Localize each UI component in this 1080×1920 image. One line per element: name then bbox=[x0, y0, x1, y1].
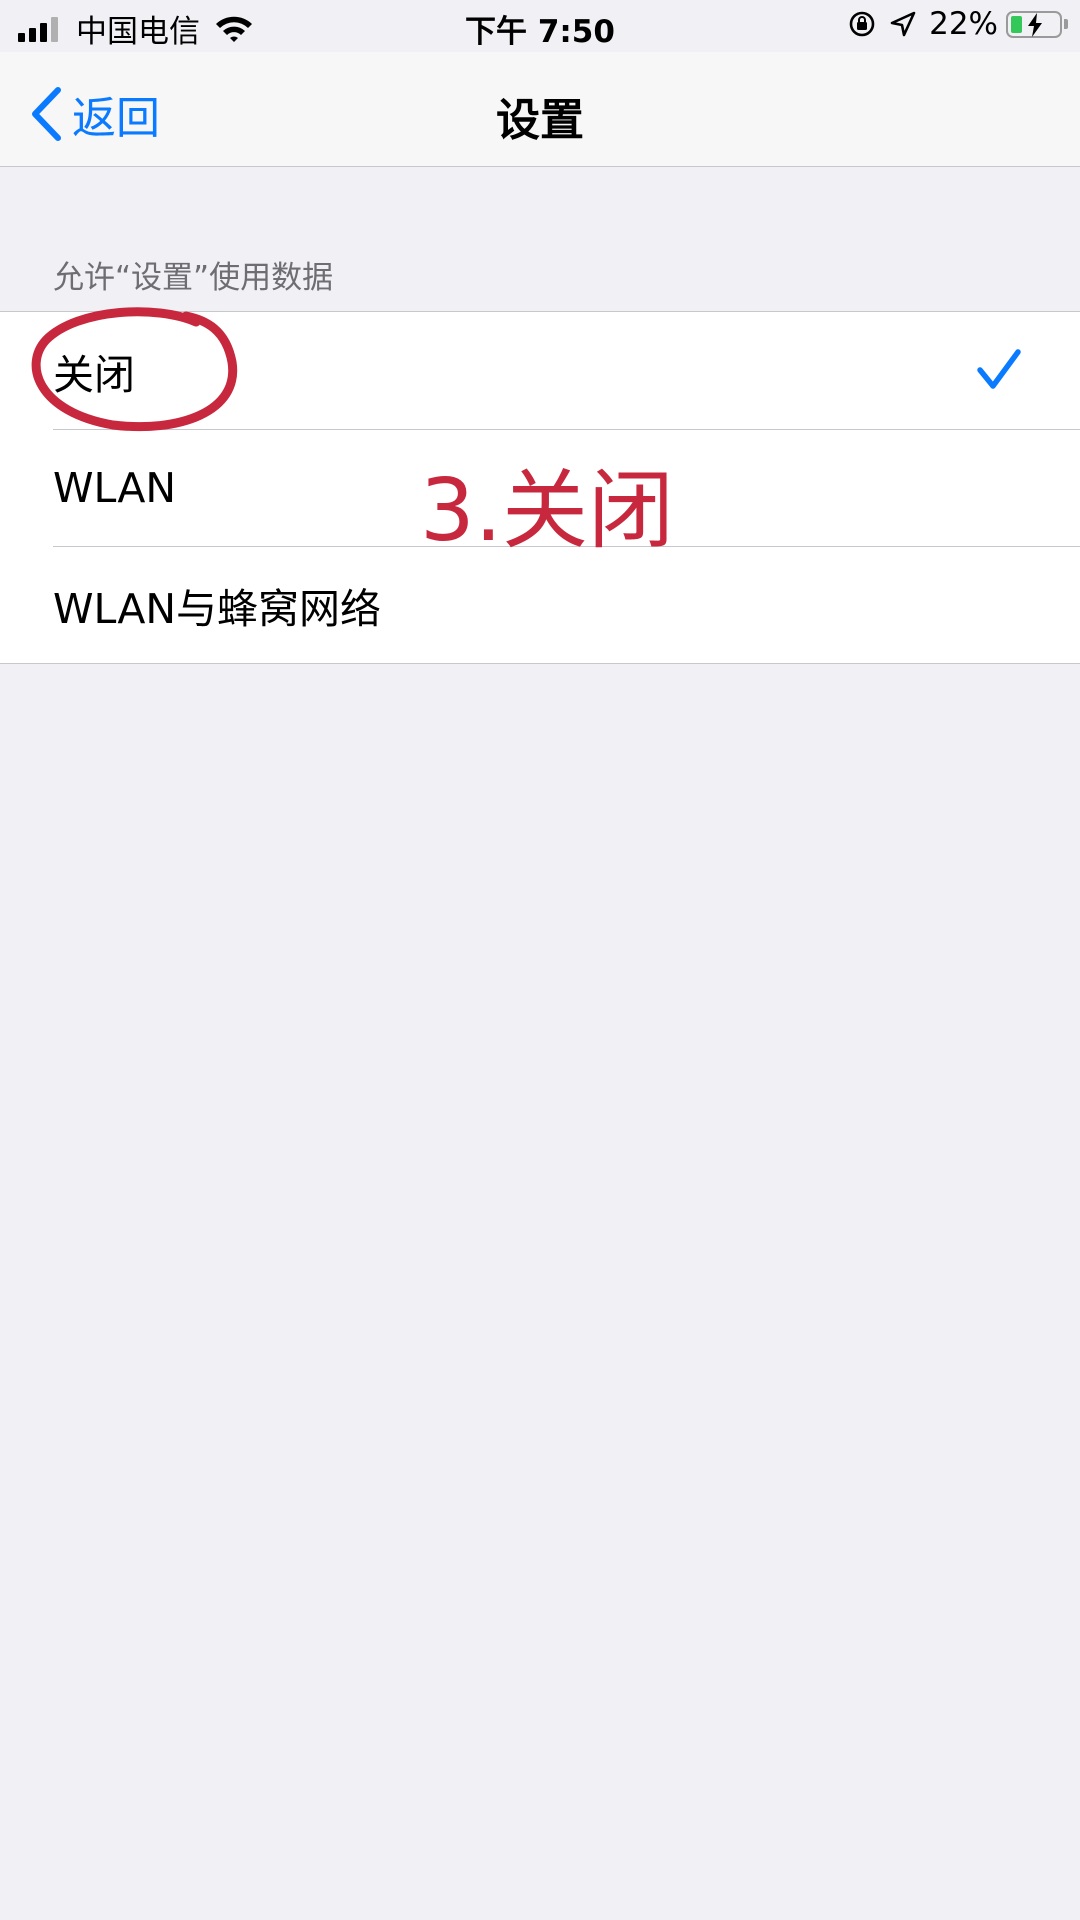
battery-icon bbox=[1006, 10, 1062, 38]
page-title: 设置 bbox=[496, 95, 584, 146]
option-label: WLAN与蜂窝网络 bbox=[53, 584, 382, 633]
status-right: 22% bbox=[847, 6, 1068, 42]
orientation-lock-icon bbox=[849, 11, 875, 37]
battery-cap bbox=[1064, 19, 1068, 29]
option-off[interactable]: 关闭 bbox=[0, 312, 1080, 429]
screen: 中国电信 下午 7:50 22% 返回 设置 允许“设置”使用数据 关闭 WLA… bbox=[0, 0, 1080, 1920]
charging-bolt-icon bbox=[1028, 12, 1042, 37]
data-access-options-list: 关闭 WLAN WLAN与蜂窝网络 bbox=[0, 311, 1080, 664]
status-bar: 中国电信 下午 7:50 22% bbox=[0, 0, 1080, 52]
section-header: 允许“设置”使用数据 bbox=[53, 260, 334, 296]
option-label: WLAN bbox=[53, 463, 177, 512]
option-label: 关闭 bbox=[53, 350, 135, 399]
checkmark-icon bbox=[977, 349, 1021, 389]
navigation-bar: 返回 设置 bbox=[0, 52, 1080, 167]
option-wlan[interactable]: WLAN bbox=[0, 429, 1080, 546]
location-arrow-icon bbox=[890, 11, 916, 37]
battery-fill bbox=[1011, 15, 1022, 33]
battery-percent: 22% bbox=[929, 6, 998, 42]
option-wlan-and-cellular[interactable]: WLAN与蜂窝网络 bbox=[0, 546, 1080, 663]
